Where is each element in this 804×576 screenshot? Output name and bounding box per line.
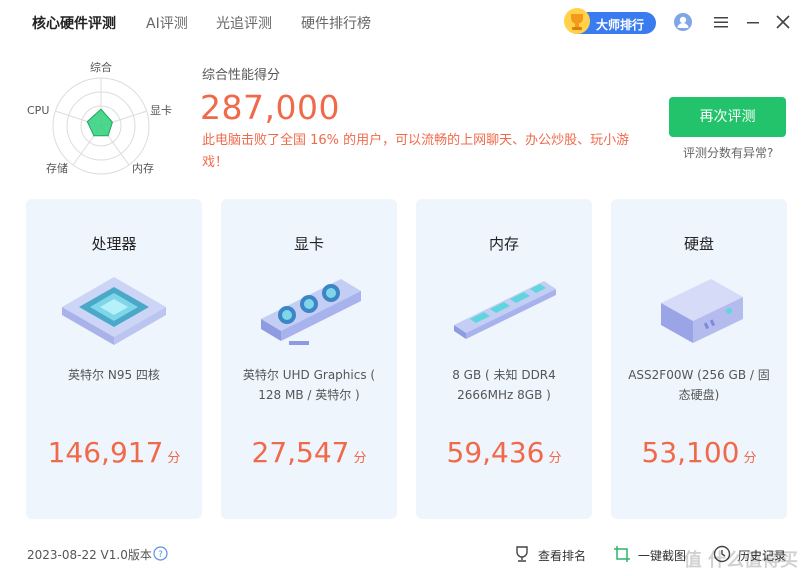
svg-text:?: ? [158,550,163,560]
disk-card: 硬盘 ASS2F00W (256 GB / 固态硬盘) 53,100 分 [611,199,787,519]
cpu-card: 处理器 英特尔 N95 四核 146,917 分 [26,199,202,519]
help-icon[interactable]: ? [153,546,168,561]
card-score-value: 53,100 [641,436,740,469]
close-icon[interactable] [773,12,793,32]
drive-icon [661,279,743,343]
master-rank-button[interactable]: 大师排行 [564,8,656,34]
overall-score-description: 此电脑击败了全国 16% 的用户，可以流畅的上网聊天、办公炒股、玩小游戏！ [202,133,630,170]
card-title: 内存 [488,235,519,253]
card-title: 硬盘 [683,235,714,253]
card-score-value: 59,436 [446,436,545,469]
screenshot-label: 一键截图 [638,549,687,563]
minimize-icon[interactable] [743,12,763,32]
performance-radar-chart: 综合 显卡 内存 存储 CPU [27,60,172,175]
card-score: 27,547 分 [221,436,397,469]
card-description: 8 GB ( 未知 DDR4 2666MHz 8GB ) [452,368,556,402]
score-anomaly-link[interactable]: 评测分数有异常? [683,144,773,161]
card-title: 处理器 [91,235,137,253]
screenshot-button[interactable]: 一键截图 [612,544,692,564]
card-score: 146,917 分 [26,436,202,469]
card-score: 59,436 分 [416,436,592,469]
card-score-unit: 分 [548,451,562,466]
card-score-unit: 分 [167,451,181,466]
memory-card: 内存 8 GB ( 未知 DDR4 2666MHz 8GB ) 59,436 分 [416,199,592,519]
overall-score-label: 综合性能得分 [202,68,281,83]
trophy-outline-icon [516,546,528,562]
card-description: 英特尔 UHD Graphics ( 128 MB / 英特尔 ) [242,368,376,402]
view-ranking-button[interactable]: 查看排名 [512,544,592,564]
tab-raytracing[interactable]: 光追评测 [216,13,272,33]
overall-score-value: 287,000 [200,88,340,127]
card-title: 显卡 [293,235,324,253]
graphics-card-icon [261,279,361,345]
radar-label-overall: 综合 [90,60,112,74]
card-score-unit: 分 [743,451,757,466]
card-description: 英特尔 N95 四核 [68,368,160,382]
gpu-card: 显卡 英特尔 UHD Graphics ( 128 MB / 英特尔 ) 27,… [221,199,397,519]
card-score: 53,100 分 [611,436,787,469]
cpu-chip-icon [62,277,166,345]
radar-label-cpu: CPU [27,104,49,117]
trophy-icon [564,8,590,34]
card-score-value: 146,917 [47,436,164,469]
watermark: 值 什么值得买 [683,550,798,571]
radar-score-area [86,108,113,137]
radar-label-storage: 存储 [46,161,68,175]
user-icon[interactable] [673,12,693,32]
version-text: 2023-08-22 V1.0版本 [27,548,152,562]
tab-ai[interactable]: AI评测 [146,13,188,33]
title-bar: 核心硬件评测 AI评测 光追评测 硬件排行榜 大师排行 [0,0,804,44]
ram-stick-icon [454,281,556,339]
retest-button[interactable]: 再次评测 [669,97,786,137]
radar-label-gpu: 显卡 [150,104,172,117]
radar-label-memory: 内存 [132,161,154,175]
screenshot-icon [614,546,630,562]
master-rank-label: 大师排行 [596,18,645,32]
view-ranking-label: 查看排名 [538,549,587,563]
card-score-unit: 分 [353,451,367,466]
card-score-value: 27,547 [251,436,350,469]
tab-core-hardware[interactable]: 核心硬件评测 [32,13,116,33]
menu-icon[interactable] [711,12,731,32]
card-description: ASS2F00W (256 GB / 固态硬盘) [628,368,770,402]
tab-rankings[interactable]: 硬件排行榜 [301,13,371,33]
